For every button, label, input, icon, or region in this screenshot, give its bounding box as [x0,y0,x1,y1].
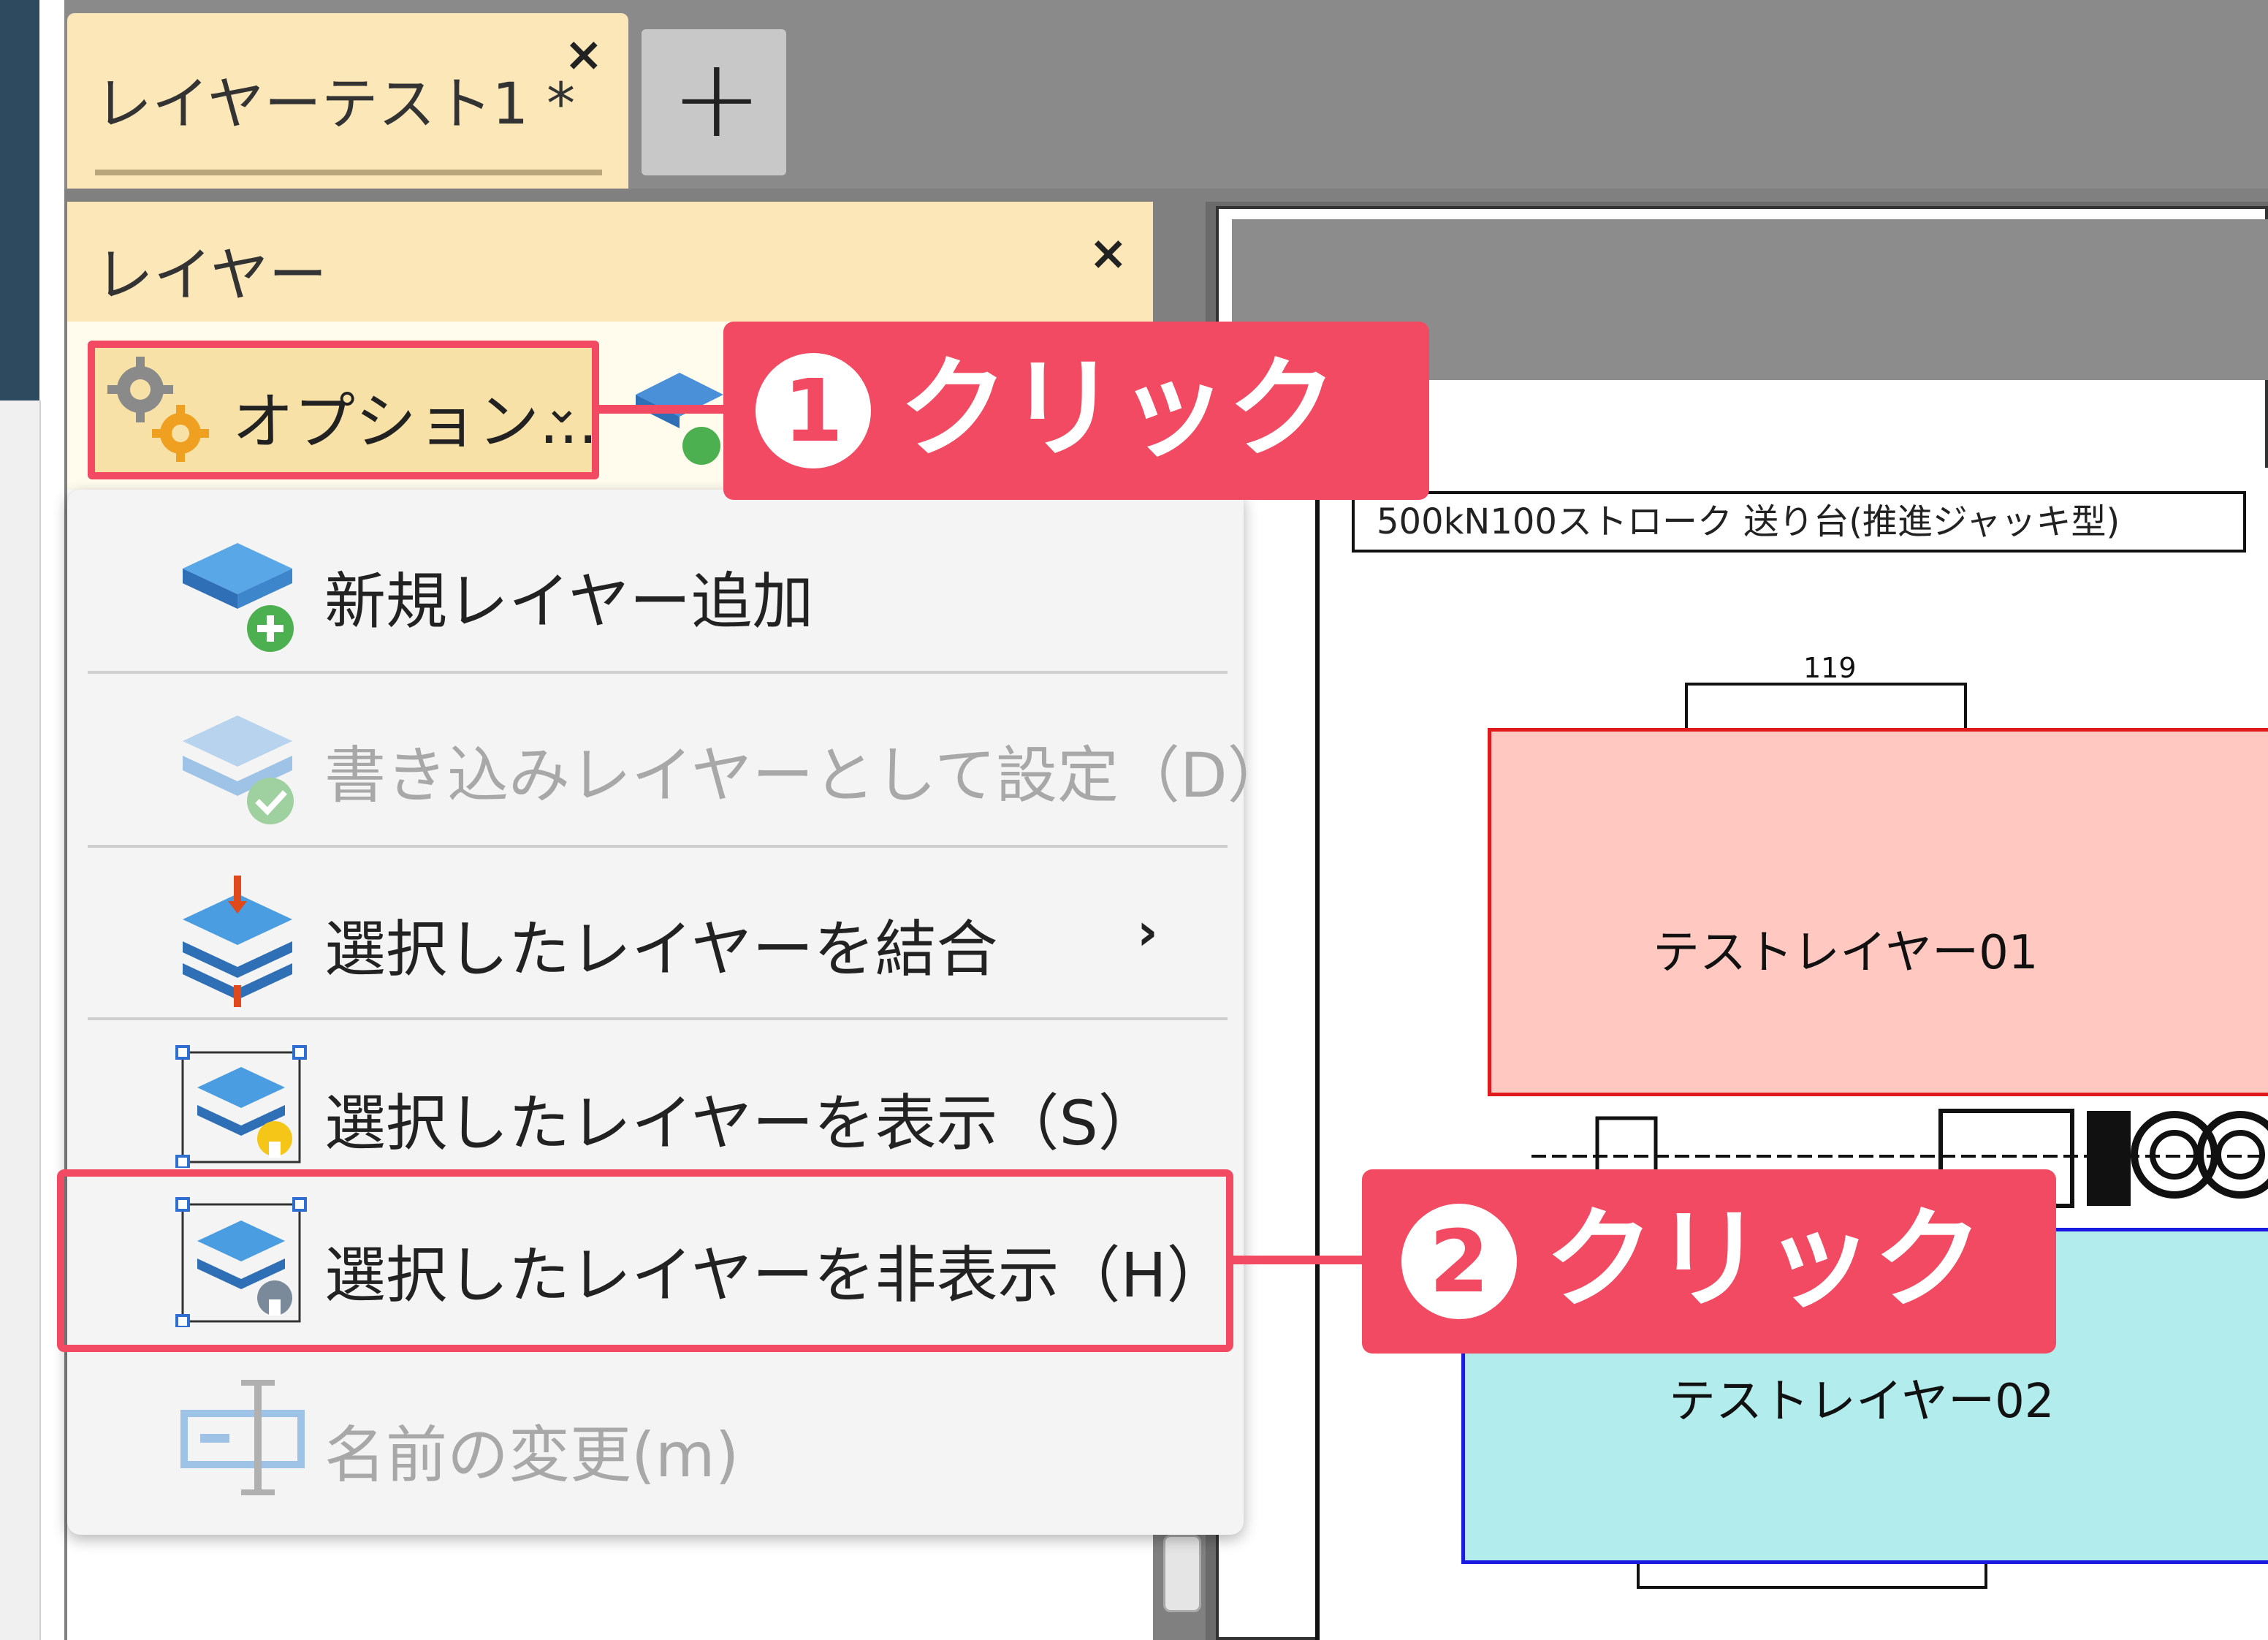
menu-divider [88,845,1228,848]
layer-add-toolbar-icon[interactable] [628,358,731,475]
test-layer-02-label: テストレイヤー02 [1669,1375,2055,1429]
gear-icon [107,357,209,462]
submenu-arrow-icon: › [1137,902,1158,962]
left-window-strip-lower [0,400,41,1640]
test-layer-01-rect[interactable] [1488,728,2268,1096]
menu-item-label: 書き込みレイヤーとして設定（D） [324,740,1289,811]
tab-active-underline [95,170,602,175]
callout-step-1: 1 クリック [723,322,1429,500]
drawing-bottom-part [1637,1564,1987,1589]
callout-connector-1 [599,405,725,414]
callout-connector-2 [1233,1256,1363,1264]
callout-text-2: クリック [1545,1196,1984,1324]
plus-icon: + [671,35,763,162]
menu-item-label: 選択したレイヤーを表示（S） [324,1087,1160,1159]
layer-add-icon [183,543,294,652]
tab-label: レイヤーテスト1 * [95,72,576,137]
layer-show-icon [175,1045,307,1168]
callout-number-2: 2 [1401,1204,1517,1319]
layer-panel-title: レイヤー [95,241,327,309]
rename-icon [180,1380,305,1495]
drawing-title-box: 500kN100ストローク 送り台(推進ジャッキ型) [1352,491,2246,553]
menu-divider [88,1017,1228,1020]
panel-scrollbar[interactable] [1163,1535,1201,1612]
layer-merge-icon [183,876,292,1007]
left-window-strip [0,0,39,400]
callout-step-2: 2 クリック [1362,1169,2056,1354]
callout-text-1: クリック [899,346,1338,473]
menu-item-label: 新規レイヤー追加 [324,566,814,637]
menu-divider [88,671,1228,674]
test-layer-01-label: テストレイヤー01 [1653,926,2039,980]
callout-number-1: 1 [756,353,871,468]
menu-item-label: 選択したレイヤーを結合 [324,914,998,985]
layer-check-icon [183,715,294,824]
chevron-down-icon: ⌄ [542,380,582,434]
dimension-label: 119 [1803,652,1857,684]
layer-panel-close-icon[interactable]: × [1089,227,1128,281]
menu-item-label: 名前の変更(m) [324,1419,739,1491]
tab-close-icon[interactable]: × [564,28,604,82]
highlight-box-hide-item [57,1169,1233,1352]
